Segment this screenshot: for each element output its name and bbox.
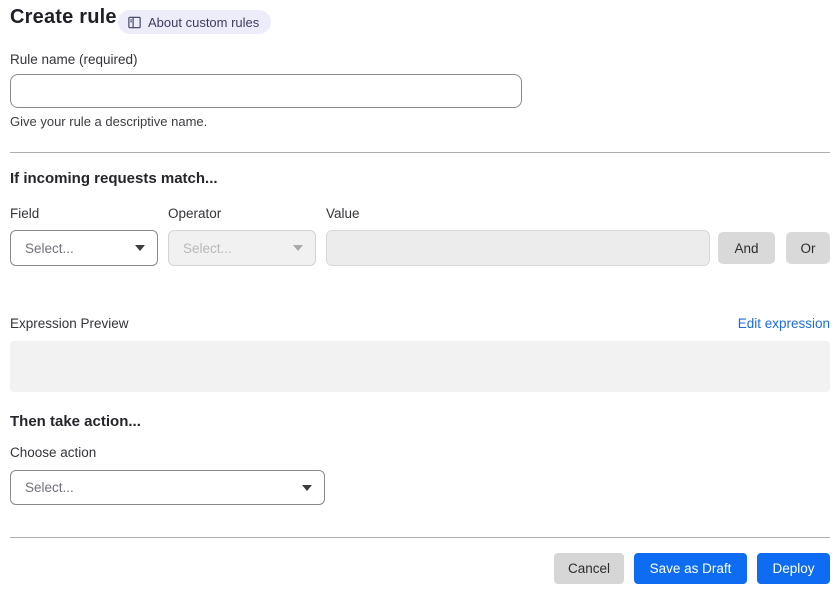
save-as-draft-button[interactable]: Save as Draft: [634, 553, 747, 584]
rule-name-input[interactable]: [10, 74, 522, 108]
and-button[interactable]: And: [718, 232, 775, 264]
page-title: Create rule: [10, 6, 117, 28]
operator-select: Select...: [168, 230, 316, 266]
cancel-button[interactable]: Cancel: [554, 553, 624, 584]
field-label: Field: [10, 206, 40, 221]
field-select[interactable]: Select...: [10, 230, 158, 266]
about-badge-label: About custom rules: [148, 14, 260, 30]
expression-preview-box: [10, 341, 830, 392]
expression-preview-label: Expression Preview: [10, 316, 129, 331]
chevron-down-icon: [135, 245, 145, 251]
deploy-button[interactable]: Deploy: [757, 553, 830, 584]
about-custom-rules-badge[interactable]: About custom rules: [118, 10, 272, 34]
choose-action-label: Choose action: [10, 445, 97, 460]
choose-action-select-value: Select...: [25, 480, 74, 495]
book-icon: [127, 15, 142, 30]
rule-name-label: Rule name (required): [10, 52, 138, 67]
match-section-heading: If incoming requests match...: [10, 170, 218, 187]
operator-select-value: Select...: [183, 240, 232, 256]
or-button[interactable]: Or: [786, 232, 830, 264]
chevron-down-icon: [293, 245, 303, 251]
section-divider: [10, 152, 830, 153]
create-rule-page: Create rule About custom rules Rule name…: [0, 0, 839, 597]
footer-divider: [10, 537, 830, 538]
choose-action-select[interactable]: Select...: [10, 470, 325, 505]
rule-name-helper-text: Give your rule a descriptive name.: [10, 114, 208, 129]
operator-label: Operator: [168, 206, 222, 221]
value-input: [326, 230, 710, 266]
chevron-down-icon: [302, 484, 312, 491]
action-section-heading: Then take action...: [10, 413, 141, 430]
value-label: Value: [326, 206, 360, 221]
edit-expression-link[interactable]: Edit expression: [738, 316, 830, 331]
field-select-value: Select...: [25, 240, 74, 256]
